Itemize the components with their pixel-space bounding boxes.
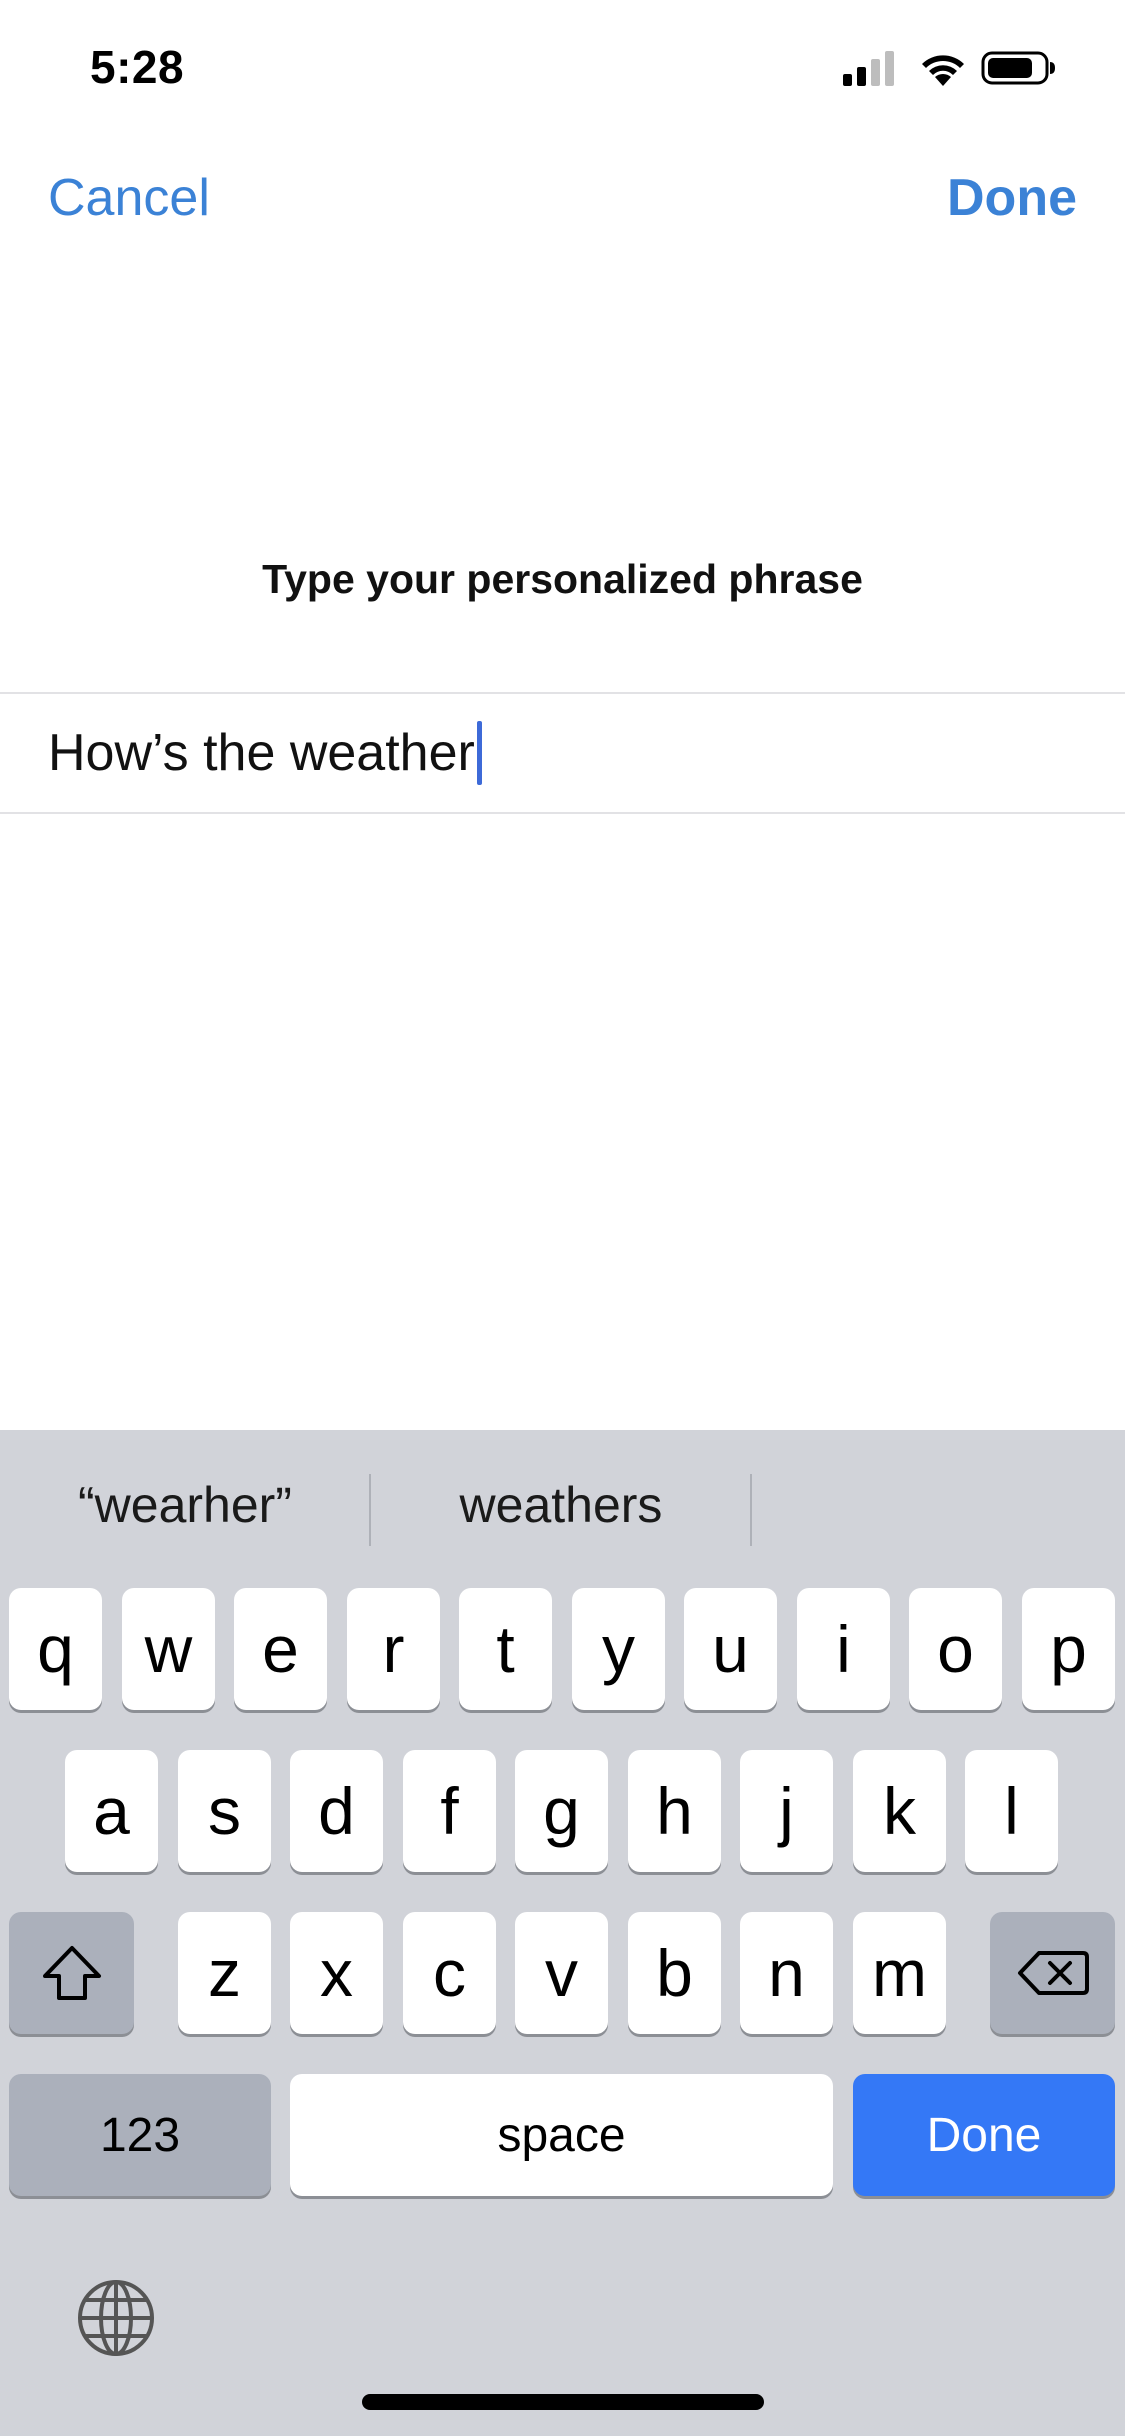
key-s[interactable]: s xyxy=(178,1750,271,1872)
key-f[interactable]: f xyxy=(403,1750,496,1872)
space-key[interactable]: space xyxy=(290,2074,833,2196)
key-l[interactable]: l xyxy=(965,1750,1058,1872)
cancel-button[interactable]: Cancel xyxy=(48,168,210,228)
key-o[interactable]: o xyxy=(909,1588,1002,1710)
suggestion-bar: “wearher” weathers xyxy=(0,1430,1125,1580)
text-caret xyxy=(476,721,482,785)
key-x[interactable]: x xyxy=(290,1912,383,2034)
key-e[interactable]: e xyxy=(234,1588,327,1710)
key-u[interactable]: u xyxy=(684,1588,777,1710)
status-time: 5:28 xyxy=(90,41,185,93)
page-title: Type your personalized phrase xyxy=(262,556,863,602)
key-g[interactable]: g xyxy=(515,1750,608,1872)
key-z[interactable]: z xyxy=(178,1912,271,2034)
key-v[interactable]: v xyxy=(515,1912,608,2034)
phrase-input-value: How’s the weather xyxy=(48,724,475,782)
key-q[interactable]: q xyxy=(9,1588,102,1710)
globe-icon[interactable] xyxy=(76,2278,156,2358)
keyboard: “wearher” weathers q w e r t y u i o p a… xyxy=(0,1430,1125,2436)
shift-key[interactable] xyxy=(9,1912,134,2034)
key-j[interactable]: j xyxy=(740,1750,833,1872)
delete-key[interactable] xyxy=(990,1912,1115,2034)
battery-icon xyxy=(981,51,1055,85)
numbers-key[interactable]: 123 xyxy=(9,2074,271,2196)
suggestion-item[interactable]: “wearher” xyxy=(0,1430,370,1580)
key-m[interactable]: m xyxy=(853,1912,946,2034)
key-d[interactable]: d xyxy=(290,1750,383,1872)
phrase-input[interactable]: How’s the weather xyxy=(0,692,1125,814)
screen: 5:28 Cancel Done Type your personalized … xyxy=(0,0,1125,2436)
key-p[interactable]: p xyxy=(1022,1588,1115,1710)
key-k[interactable]: k xyxy=(853,1750,946,1872)
suggestion-item[interactable] xyxy=(752,1430,1125,1580)
done-button[interactable]: Done xyxy=(947,168,1077,228)
key-b[interactable]: b xyxy=(628,1912,721,2034)
suggestion-item[interactable]: weathers xyxy=(371,1430,751,1580)
key-t[interactable]: t xyxy=(459,1588,552,1710)
key-y[interactable]: y xyxy=(572,1588,665,1710)
home-indicator[interactable] xyxy=(362,2394,764,2410)
wifi-icon xyxy=(922,55,964,86)
delete-icon xyxy=(1017,1951,1089,1995)
key-n[interactable]: n xyxy=(740,1912,833,2034)
shift-icon xyxy=(42,1946,101,2000)
cellular-signal-icon xyxy=(843,51,894,86)
key-c[interactable]: c xyxy=(403,1912,496,2034)
key-h[interactable]: h xyxy=(628,1750,721,1872)
key-i[interactable]: i xyxy=(797,1588,890,1710)
key-w[interactable]: w xyxy=(122,1588,215,1710)
key-a[interactable]: a xyxy=(65,1750,158,1872)
key-r[interactable]: r xyxy=(347,1588,440,1710)
keyboard-done-key[interactable]: Done xyxy=(853,2074,1115,2196)
